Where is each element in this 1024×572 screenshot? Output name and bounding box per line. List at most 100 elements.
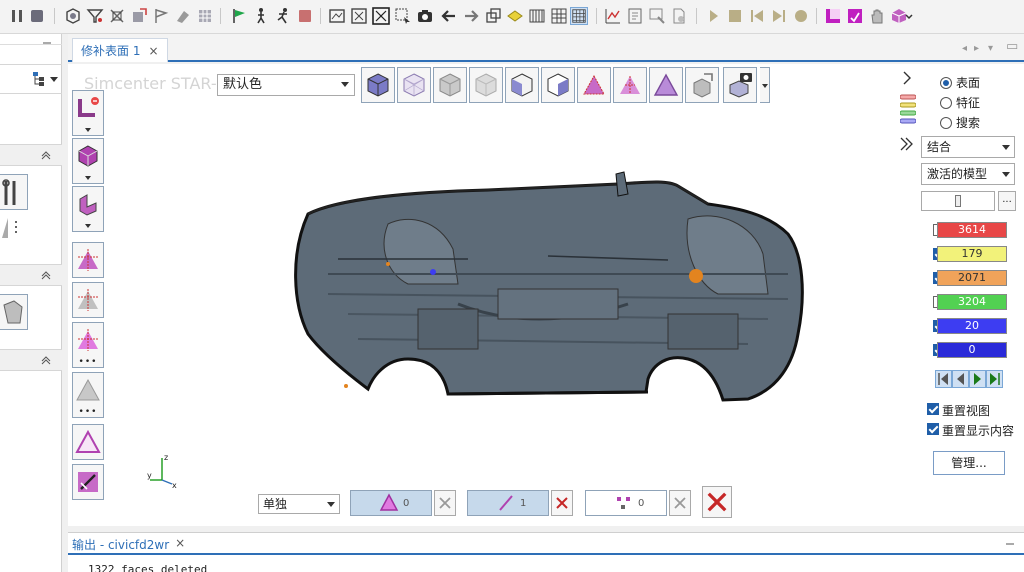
threshold-slider[interactable] bbox=[921, 191, 995, 211]
pause-icon[interactable] bbox=[8, 7, 26, 25]
hand-icon[interactable] bbox=[868, 7, 886, 25]
circle-icon[interactable] bbox=[792, 7, 810, 25]
fit-icon[interactable] bbox=[350, 7, 368, 25]
step-forward-icon[interactable] bbox=[770, 7, 788, 25]
reset-view-checkbox[interactable] bbox=[927, 403, 939, 415]
next-icon[interactable] bbox=[969, 370, 986, 388]
transform-icon[interactable] bbox=[108, 7, 126, 25]
combine-select[interactable]: 结合 bbox=[921, 136, 1015, 158]
gray-cube-icon[interactable] bbox=[433, 67, 467, 103]
highlight-icon[interactable] bbox=[506, 7, 524, 25]
tab-scroll-right-icon[interactable]: ▸ bbox=[974, 43, 979, 54]
outline-triangle-icon[interactable] bbox=[72, 424, 104, 460]
more-button[interactable]: ... bbox=[998, 191, 1016, 211]
chevron-down-icon[interactable] bbox=[72, 172, 104, 184]
color-mode-select[interactable]: 默认色 bbox=[217, 74, 355, 96]
face-cube-icon[interactable] bbox=[541, 67, 575, 103]
triangle-grid-icon[interactable] bbox=[613, 67, 647, 103]
select-triangle-magenta-icon[interactable] bbox=[72, 322, 104, 358]
flag-icon[interactable] bbox=[152, 7, 170, 25]
columns-icon[interactable] bbox=[528, 7, 546, 25]
half-cube-icon[interactable] bbox=[505, 67, 539, 103]
face-selection-count[interactable]: 0 bbox=[350, 490, 432, 516]
close-icon[interactable]: × bbox=[148, 44, 158, 58]
tool-item-icon[interactable] bbox=[0, 214, 24, 242]
shaded-cube-icon[interactable] bbox=[361, 67, 395, 103]
select-entity-icon[interactable] bbox=[72, 90, 104, 126]
grid-toggle-icon[interactable] bbox=[570, 7, 588, 25]
more-icon[interactable]: ••• bbox=[72, 406, 104, 418]
arrow-right-icon[interactable] bbox=[462, 7, 480, 25]
record-icon[interactable] bbox=[296, 7, 314, 25]
flag-icon[interactable] bbox=[174, 7, 192, 25]
scene-viewport[interactable]: Simcenter STAR-CCM+ 默认色 ••• ••• z y x 单独… bbox=[68, 64, 893, 526]
minimize-icon[interactable] bbox=[1004, 539, 1016, 549]
clear-faces-button[interactable] bbox=[434, 490, 456, 516]
select-volume-icon[interactable] bbox=[72, 138, 104, 174]
close-icon[interactable]: × bbox=[175, 536, 185, 553]
section-header[interactable] bbox=[0, 349, 62, 371]
radio-button[interactable] bbox=[940, 76, 952, 89]
chevron-down-icon[interactable] bbox=[50, 77, 58, 82]
previous-icon[interactable] bbox=[952, 370, 969, 388]
clear-vertices-button[interactable] bbox=[669, 490, 691, 516]
geometry-tool-icon[interactable] bbox=[0, 294, 28, 330]
screenshot-icon[interactable] bbox=[328, 7, 346, 25]
maximize-icon[interactable]: ▭ bbox=[1006, 39, 1018, 54]
walk-icon[interactable] bbox=[252, 7, 270, 25]
radio-search[interactable]: 搜索 bbox=[940, 114, 980, 131]
gray-triangle-icon[interactable] bbox=[72, 372, 104, 408]
document-icon[interactable] bbox=[670, 7, 688, 25]
more-icon[interactable]: ••• bbox=[72, 356, 104, 368]
selection-mode-select[interactable]: 单独 bbox=[258, 494, 340, 514]
radio-button[interactable] bbox=[940, 116, 952, 129]
stop-icon[interactable] bbox=[28, 7, 46, 25]
radio-surface[interactable]: 表面 bbox=[940, 74, 980, 91]
section-header[interactable] bbox=[0, 264, 62, 286]
minimize-icon[interactable] bbox=[40, 36, 54, 50]
edit-mesh-icon[interactable] bbox=[72, 464, 104, 500]
play-icon[interactable] bbox=[704, 7, 722, 25]
chevron-down-icon[interactable] bbox=[72, 220, 104, 232]
radio-button[interactable] bbox=[940, 96, 952, 109]
section-header[interactable] bbox=[0, 144, 62, 166]
select-surface-icon[interactable] bbox=[72, 186, 104, 222]
chevron-up-icon[interactable] bbox=[40, 354, 52, 366]
vertex-selection-count[interactable]: 0 bbox=[585, 490, 667, 516]
arrow-left-icon[interactable] bbox=[440, 7, 458, 25]
run-icon[interactable] bbox=[274, 7, 292, 25]
edge-selection-count[interactable]: 1 bbox=[467, 490, 549, 516]
tools-icon[interactable] bbox=[0, 174, 28, 210]
chevron-down-icon[interactable] bbox=[904, 7, 914, 25]
select-icon[interactable] bbox=[394, 7, 412, 25]
monitor-icon[interactable] bbox=[648, 7, 666, 25]
select-magenta-icon[interactable] bbox=[846, 7, 864, 25]
clear-all-button[interactable] bbox=[702, 486, 732, 518]
zoom-box-icon[interactable] bbox=[372, 7, 390, 25]
select-magenta-icon[interactable] bbox=[824, 7, 842, 25]
mesh-icon[interactable] bbox=[64, 7, 82, 25]
snapshot-camera-icon[interactable] bbox=[723, 67, 757, 103]
stop-icon[interactable] bbox=[726, 7, 744, 25]
triangle-select-icon[interactable] bbox=[577, 67, 611, 103]
step-back-icon[interactable] bbox=[748, 7, 766, 25]
clear-edges-button[interactable] bbox=[551, 490, 573, 516]
tab-repair-surface[interactable]: 修补表面 1 × bbox=[72, 38, 168, 62]
camera-icon[interactable] bbox=[416, 7, 434, 25]
last-icon[interactable] bbox=[986, 370, 1003, 388]
first-icon[interactable] bbox=[935, 370, 952, 388]
report-icon[interactable] bbox=[626, 7, 644, 25]
tab-list-icon[interactable]: ▾ bbox=[988, 43, 993, 54]
chevron-down-icon[interactable] bbox=[760, 67, 770, 103]
table-icon[interactable] bbox=[550, 7, 568, 25]
chevron-up-icon[interactable] bbox=[40, 269, 52, 281]
triangle-face-icon[interactable] bbox=[649, 67, 683, 103]
tab-scroll-left-icon[interactable]: ◂ bbox=[962, 43, 967, 54]
light-cube-icon[interactable] bbox=[469, 67, 503, 103]
slider-handle[interactable] bbox=[955, 195, 961, 207]
plot-icon[interactable] bbox=[604, 7, 622, 25]
reset-display-checkbox[interactable] bbox=[927, 423, 939, 435]
filter-icon[interactable] bbox=[86, 7, 104, 25]
select-triangle-icon[interactable] bbox=[72, 242, 104, 278]
radio-feature[interactable]: 特征 bbox=[940, 94, 980, 111]
